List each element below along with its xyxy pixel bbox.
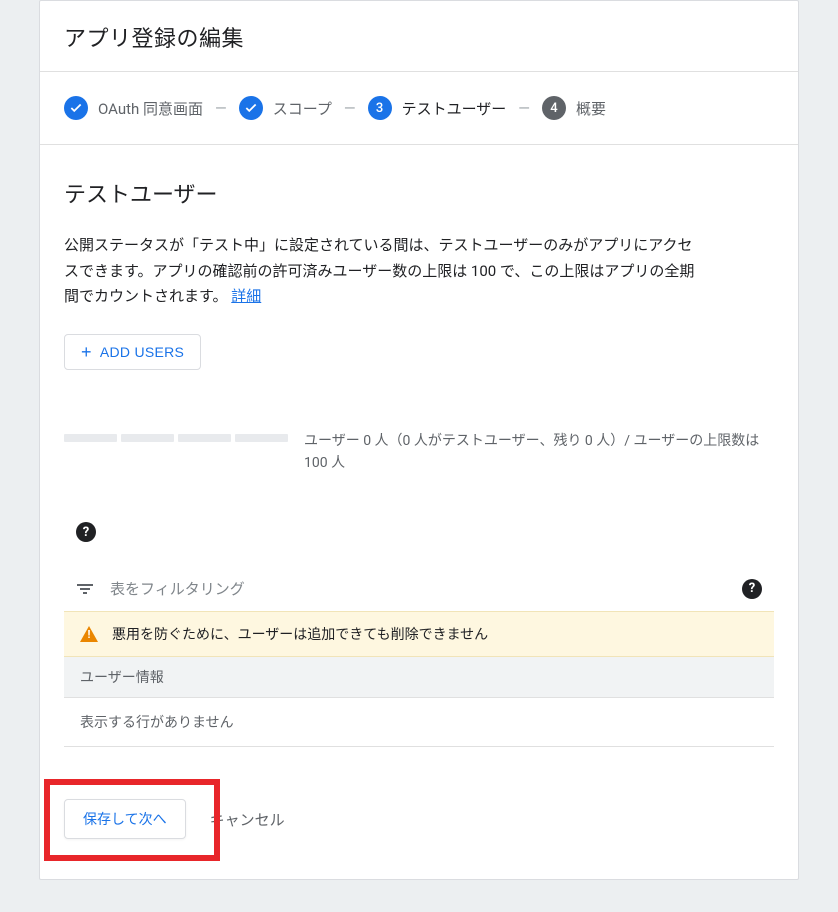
learn-more-link[interactable]: 詳細 bbox=[231, 287, 261, 305]
step-scopes[interactable]: スコープ bbox=[239, 96, 332, 120]
warning-text: 悪用を防ぐために、ユーザーは追加できても削除できません bbox=[112, 624, 488, 644]
filter-row: 表をフィルタリング ? bbox=[64, 566, 774, 611]
filter-icon[interactable] bbox=[76, 584, 94, 594]
app-registration-card: アプリ登録の編集 OAuth 同意画面 — スコープ — 3 テストユーザー —… bbox=[39, 0, 799, 880]
quota-row: ユーザー 0 人（0 人がテストユーザー、残り 0 人）/ ユーザーの上限数は … bbox=[64, 430, 774, 475]
filter-input[interactable]: 表をフィルタリング bbox=[110, 578, 726, 599]
step-oauth-consent[interactable]: OAuth 同意画面 bbox=[64, 96, 203, 120]
help-row: ? bbox=[64, 522, 774, 542]
card-header: アプリ登録の編集 bbox=[40, 1, 798, 72]
section-title: テストユーザー bbox=[64, 177, 774, 209]
add-users-label: ADD USERS bbox=[100, 344, 184, 360]
quota-segment bbox=[64, 434, 117, 442]
quota-bar bbox=[64, 430, 288, 442]
step-summary[interactable]: 4 概要 bbox=[542, 96, 606, 120]
check-icon bbox=[239, 96, 263, 120]
quota-segment bbox=[121, 434, 174, 442]
stepper: OAuth 同意画面 — スコープ — 3 テストユーザー — 4 概要 bbox=[40, 72, 798, 145]
step-label: テストユーザー bbox=[402, 98, 507, 119]
step-separator: — bbox=[516, 99, 532, 117]
actions-row: 保存して次へ キャンセル bbox=[40, 771, 798, 879]
page-title: アプリ登録の編集 bbox=[64, 21, 774, 53]
help-icon[interactable]: ? bbox=[742, 579, 762, 599]
step-number-icon: 3 bbox=[368, 96, 392, 120]
quota-text: ユーザー 0 人（0 人がテストユーザー、残り 0 人）/ ユーザーの上限数は … bbox=[304, 430, 774, 475]
step-separator: — bbox=[213, 99, 229, 117]
add-users-button[interactable]: + ADD USERS bbox=[64, 334, 201, 370]
step-number-icon: 4 bbox=[542, 96, 566, 120]
step-label: スコープ bbox=[273, 98, 332, 119]
desc-text: 公開ステータスが「テスト中」に設定されている間は、テストユーザーのみがアプリにア… bbox=[64, 236, 694, 305]
section-description: 公開ステータスが「テスト中」に設定されている間は、テストユーザーのみがアプリにア… bbox=[64, 233, 704, 310]
step-test-users[interactable]: 3 テストユーザー bbox=[368, 96, 507, 120]
step-label: OAuth 同意画面 bbox=[98, 98, 203, 119]
cancel-button[interactable]: キャンセル bbox=[210, 809, 285, 830]
quota-segment bbox=[235, 434, 288, 442]
table-header: ユーザー情報 bbox=[64, 657, 774, 698]
quota-segment bbox=[178, 434, 231, 442]
save-and-continue-button[interactable]: 保存して次へ bbox=[64, 799, 186, 839]
content-section: テストユーザー 公開ステータスが「テスト中」に設定されている間は、テストユーザー… bbox=[40, 145, 798, 771]
warning-icon bbox=[80, 626, 98, 642]
step-separator: — bbox=[342, 99, 358, 117]
warning-banner: 悪用を防ぐために、ユーザーは追加できても削除できません bbox=[64, 611, 774, 657]
step-label: 概要 bbox=[576, 98, 606, 119]
table-empty-row: 表示する行がありません bbox=[64, 698, 774, 747]
help-icon[interactable]: ? bbox=[76, 522, 96, 542]
plus-icon: + bbox=[81, 343, 92, 361]
check-icon bbox=[64, 96, 88, 120]
